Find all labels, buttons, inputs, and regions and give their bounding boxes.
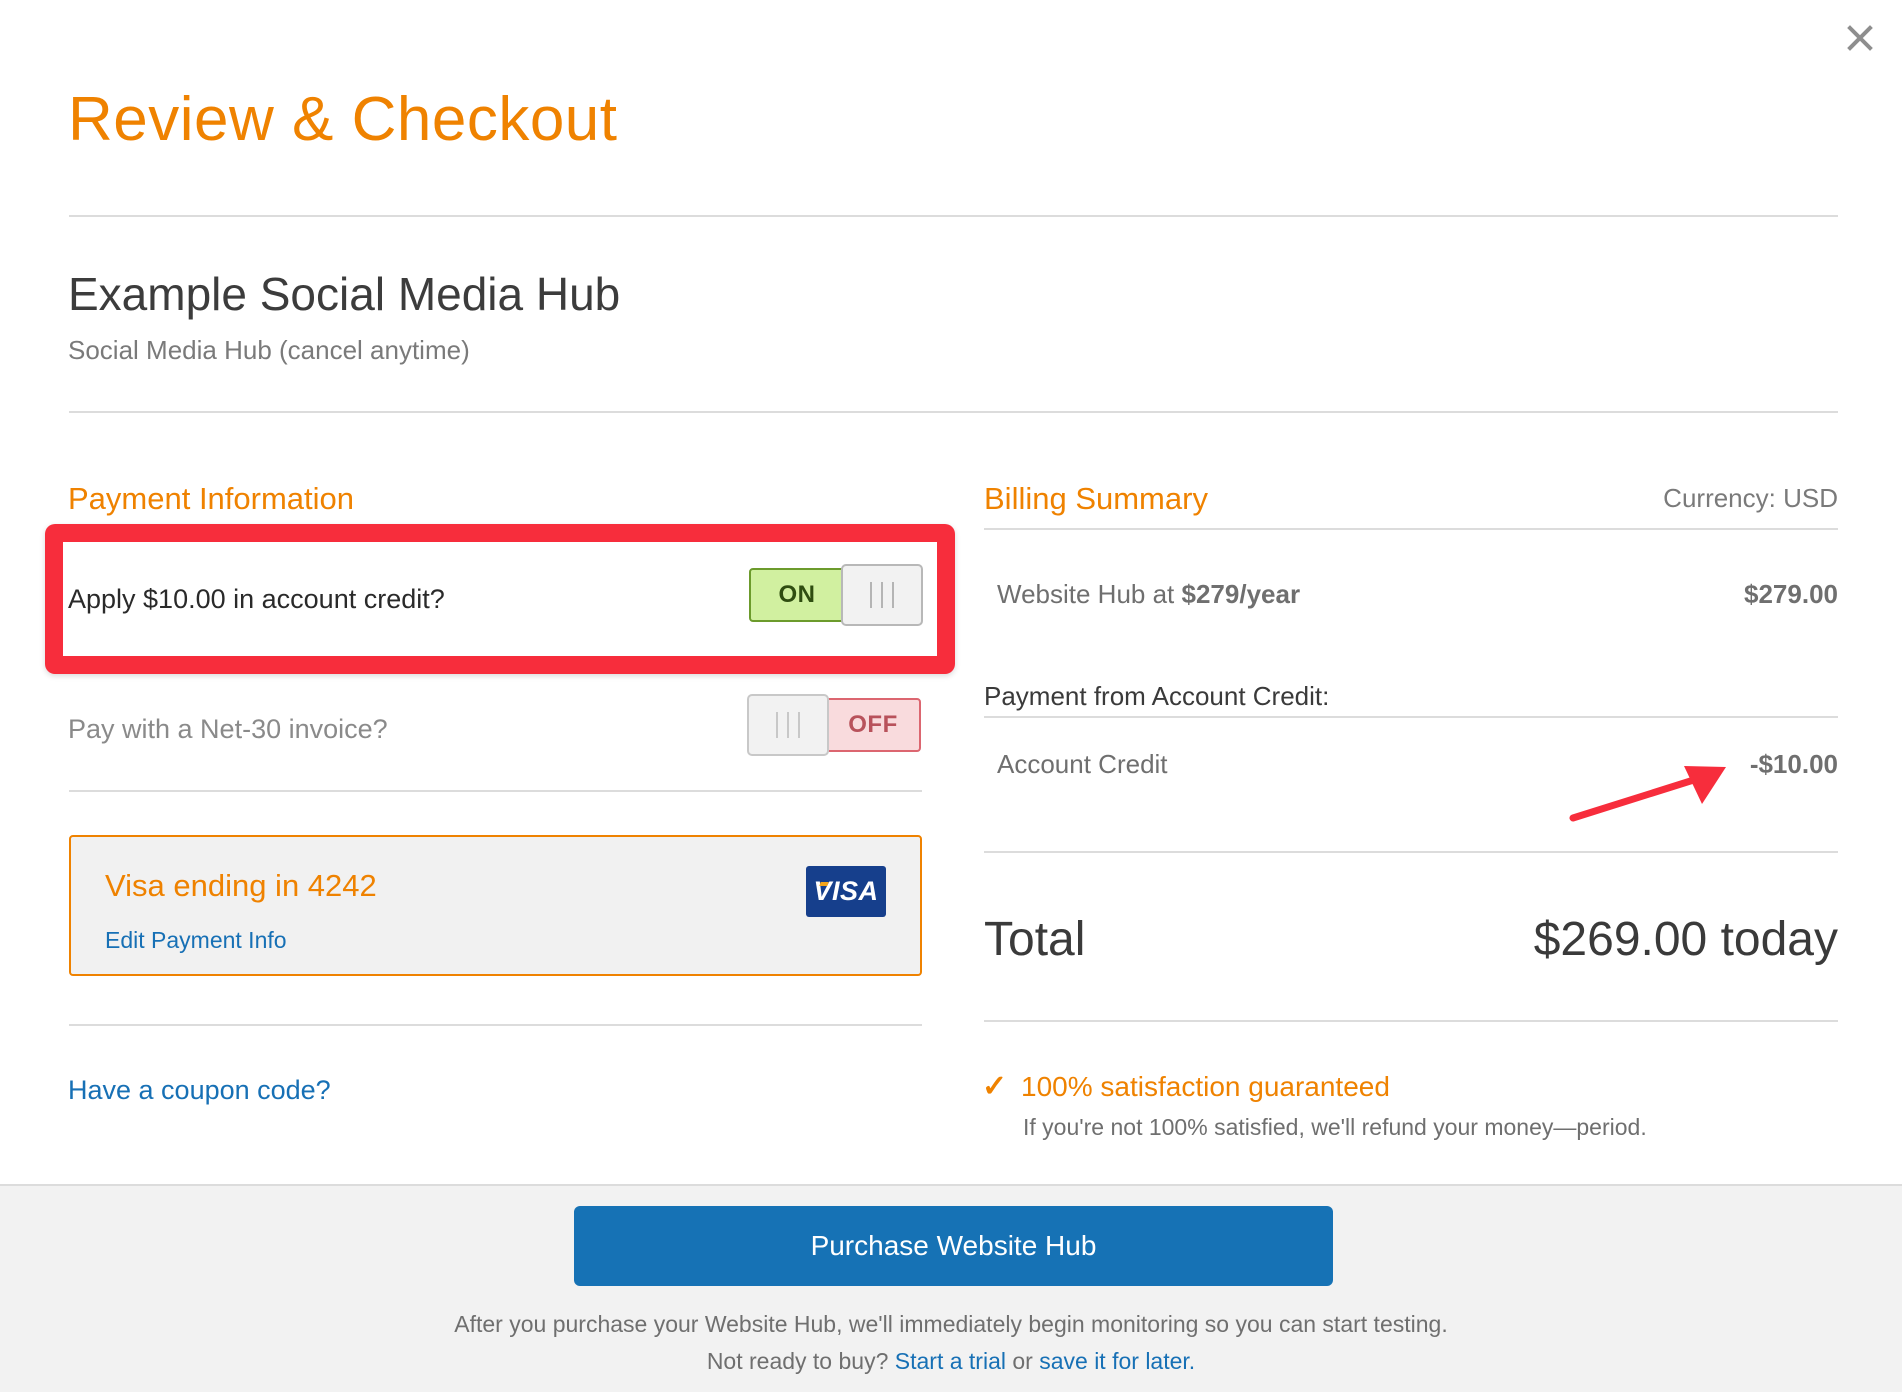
- payment-card: Visa ending in 4242 Edit Payment Info VI…: [69, 835, 922, 976]
- line-item-price: $279/year: [1181, 579, 1301, 609]
- close-button[interactable]: [1840, 18, 1880, 58]
- grip-icon: [776, 712, 800, 738]
- divider: [984, 851, 1838, 853]
- toggle-knob[interactable]: [841, 564, 923, 626]
- checkmark-icon: ✓: [982, 1070, 1008, 1103]
- divider: [69, 215, 1838, 217]
- toggle-state-on: ON: [749, 568, 845, 622]
- annotation-arrow-icon: [1569, 766, 1726, 822]
- apply-credit-toggle[interactable]: ON: [749, 564, 923, 626]
- line-item-prefix: Website Hub at: [997, 579, 1182, 609]
- account-credit-amount: -$10.00: [1749, 749, 1838, 779]
- net30-invoice-toggle[interactable]: OFF: [747, 694, 921, 756]
- billing-summary-heading: Billing Summary: [984, 481, 1208, 516]
- total-amount: $269.00 today: [1533, 913, 1838, 966]
- divider: [984, 1020, 1838, 1022]
- currency-label: Currency: USD: [1663, 483, 1838, 513]
- account-credit-section-heading: Payment from Account Credit:: [984, 681, 1330, 711]
- account-credit-label: Account Credit: [997, 749, 1168, 779]
- divider: [69, 790, 922, 792]
- close-icon: [1847, 25, 1873, 51]
- start-trial-link[interactable]: Start a trial: [895, 1348, 1006, 1374]
- page-title: Review & Checkout: [68, 85, 618, 154]
- visa-logo-icon: VISA: [806, 866, 886, 917]
- divider: [984, 528, 1838, 530]
- product-subtitle: Social Media Hub (cancel anytime): [68, 335, 470, 365]
- product-name: Example Social Media Hub: [68, 268, 621, 320]
- checkout-footer: Purchase Website Hub After you purchase …: [0, 1184, 1902, 1392]
- line-item-label: Website Hub at $279/year: [997, 577, 1300, 611]
- grip-icon: [870, 582, 894, 608]
- payment-information-heading: Payment Information: [68, 481, 355, 516]
- purchase-button[interactable]: Purchase Website Hub: [574, 1206, 1333, 1286]
- apply-credit-label: Apply $10.00 in account credit?: [68, 584, 445, 614]
- footer-note: After you purchase your Website Hub, we'…: [451, 1306, 1451, 1380]
- divider: [69, 411, 1838, 413]
- satisfaction-guarantee: 100% satisfaction guaranteed: [1021, 1071, 1390, 1102]
- toggle-knob[interactable]: [747, 694, 829, 756]
- edit-payment-info-link[interactable]: Edit Payment Info: [105, 925, 287, 955]
- footer-text-or: or: [1005, 1348, 1040, 1374]
- net30-invoice-label: Pay with a Net-30 invoice?: [68, 714, 388, 744]
- coupon-code-link[interactable]: Have a coupon code?: [68, 1073, 331, 1107]
- card-label: Visa ending in 4242: [105, 868, 377, 903]
- total-label: Total: [984, 913, 1086, 966]
- line-item-amount: $279.00: [1744, 579, 1838, 609]
- toggle-state-off: OFF: [825, 698, 921, 752]
- satisfaction-guarantee-detail: If you're not 100% satisfied, we'll refu…: [1023, 1114, 1647, 1140]
- divider: [69, 1024, 922, 1026]
- divider: [984, 716, 1838, 718]
- save-for-later-link[interactable]: save it for later.: [1039, 1348, 1195, 1374]
